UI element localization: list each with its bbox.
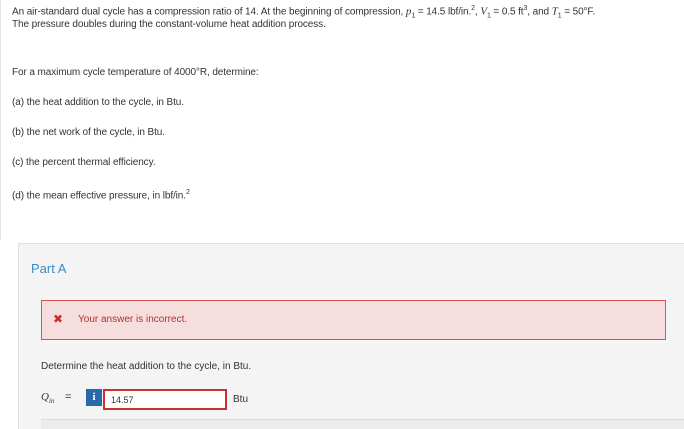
part-title[interactable]: Part A <box>31 261 66 276</box>
p1-value: = 14.5 lbf/in. <box>415 6 472 18</box>
variable-label: Qin <box>41 391 54 405</box>
v1-symbol: V <box>480 5 487 18</box>
item-d-text: (d) the mean effective pressure, in lbf/… <box>12 190 186 202</box>
question-text: Determine the heat addition to the cycle… <box>41 361 252 372</box>
info-icon[interactable]: i <box>86 389 102 406</box>
problem-item-a: (a) the heat addition to the cycle, in B… <box>12 97 184 108</box>
unit-label: Btu <box>233 394 249 405</box>
t1-connector: , and <box>527 6 552 18</box>
alert-message: Your answer is incorrect. <box>78 314 188 325</box>
item-d-superscript: 2 <box>185 189 190 196</box>
v1-value: = 0.5 ft <box>490 6 524 18</box>
equals-sign: = <box>65 391 72 403</box>
problem-line-2: The pressure doubles during the constant… <box>12 19 326 30</box>
part-a-panel: Part A ✖ Your answer is incorrect. Deter… <box>18 243 684 429</box>
variable-symbol: Q <box>41 391 49 403</box>
problem-item-c: (c) the percent thermal efficiency. <box>12 157 156 168</box>
p1-superscript: 2 <box>471 5 475 12</box>
answer-input[interactable] <box>103 389 227 410</box>
problem-item-b: (b) the net work of the cycle, in Btu. <box>12 127 165 138</box>
problem-item-d: (d) the mean effective pressure, in lbf/… <box>12 186 190 202</box>
close-x-icon: ✖ <box>53 312 64 326</box>
next-section-box <box>41 419 684 429</box>
problem-for-max: For a maximum cycle temperature of 4000°… <box>12 67 259 78</box>
t1-value: = 50°F. <box>561 6 596 18</box>
intro-text: An air-standard dual cycle has a compres… <box>12 6 406 18</box>
problem-statement: An air-standard dual cycle has a compres… <box>0 0 684 240</box>
incorrect-answer-alert: ✖ Your answer is incorrect. <box>41 300 666 340</box>
variable-subscript: in <box>48 397 55 406</box>
